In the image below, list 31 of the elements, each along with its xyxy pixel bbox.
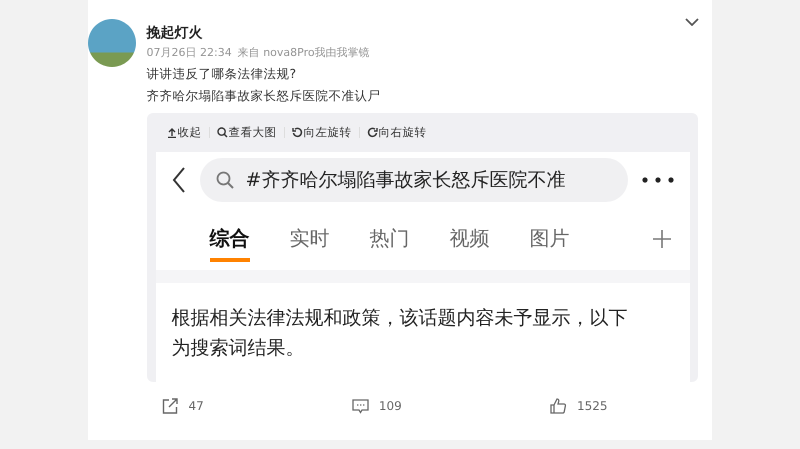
image-tool-button[interactable]: 查看大图 xyxy=(216,124,276,140)
plus-icon xyxy=(652,228,672,248)
tab-label: 综合 xyxy=(210,219,250,262)
image-tool-button[interactable]: 收起 xyxy=(166,124,202,140)
chevron-down-icon[interactable] xyxy=(684,18,698,26)
tab-label: 实时 xyxy=(290,225,330,252)
action-button[interactable]: 47 xyxy=(162,398,204,414)
comment-icon xyxy=(352,398,369,414)
share-icon xyxy=(162,398,178,414)
rotate-right-icon xyxy=(366,126,378,138)
rotate-left-icon xyxy=(292,126,302,138)
upload-arrow-icon xyxy=(166,126,176,138)
post-date: 07月26日 22:34 xyxy=(146,45,232,60)
tab-label: 视频 xyxy=(450,225,490,252)
tab-label: 图片 xyxy=(530,225,570,252)
search-icon xyxy=(216,126,228,138)
post-text: 讲讲违反了哪条法律法规? xyxy=(146,66,298,82)
back-icon xyxy=(172,166,186,192)
author-name[interactable]: 挽起灯火 xyxy=(146,24,380,42)
post-text: 齐齐哈尔塌陷事故家长怒斥医院不准认尸 xyxy=(146,88,380,104)
image-tool-button[interactable]: 向左旋转 xyxy=(292,124,352,140)
tab-label: 热门 xyxy=(370,225,410,252)
action-button[interactable]: 109 xyxy=(352,398,402,414)
avatar[interactable] xyxy=(88,19,136,67)
more-icon xyxy=(642,176,674,182)
action-button[interactable]: 1525 xyxy=(550,398,608,414)
thumbs-up-icon xyxy=(550,398,567,414)
notice-text: 根据相关法律法规和政策，该话题内容未予显示，以下为搜索词结果。 xyxy=(172,306,628,361)
post-source: 来自 nova8Pro我由我掌镜 xyxy=(238,45,370,60)
image-tool-button[interactable]: 向右旋转 xyxy=(366,124,426,140)
search-icon xyxy=(216,170,234,188)
